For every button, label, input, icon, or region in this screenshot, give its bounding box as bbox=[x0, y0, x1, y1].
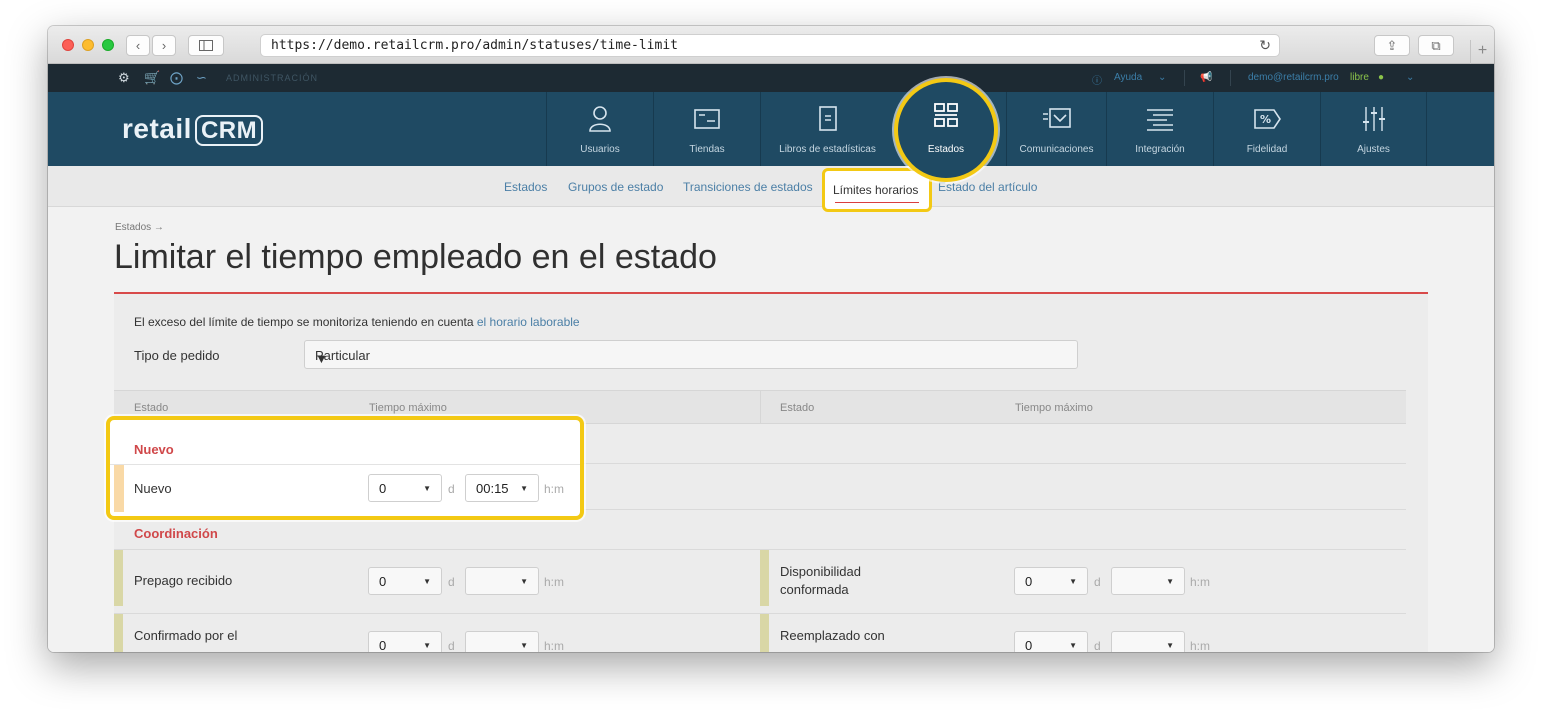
status-color-stripe bbox=[760, 550, 769, 606]
status-label: Confirmado por el bbox=[134, 628, 238, 643]
admin-label: ADMINISTRACIÓN bbox=[226, 73, 319, 83]
days-select[interactable]: 0 ▼ bbox=[368, 631, 442, 652]
status-label: Disponibilidad conformada bbox=[780, 564, 861, 597]
book-icon bbox=[761, 104, 894, 134]
nav-item-tiendas[interactable]: Tiendas bbox=[653, 92, 760, 166]
admin-topbar: ⚙ 🛒 ⨀ ∽ ADMINISTRACIÓN ⓘ Ayuda ⌄ 📢 demo@… bbox=[48, 64, 1494, 92]
sidebar-toggle-icon[interactable] bbox=[188, 35, 224, 56]
user-plan: libre bbox=[1350, 72, 1369, 83]
caret-down-icon: ▼ bbox=[1069, 641, 1077, 650]
status-color-stripe bbox=[114, 614, 123, 652]
retailcrm-logo[interactable]: retail CRM bbox=[122, 113, 264, 146]
integration-icon bbox=[1107, 104, 1213, 134]
nav-item-usuarios[interactable]: Usuarios bbox=[546, 92, 653, 166]
days-select[interactable]: 0 ▼ bbox=[368, 474, 442, 502]
column-divider bbox=[760, 390, 761, 424]
caret-down-icon: ▼ bbox=[315, 351, 328, 366]
divider bbox=[110, 464, 580, 465]
caret-down-icon: ▼ bbox=[1166, 641, 1174, 650]
help-link[interactable]: Ayuda bbox=[1114, 72, 1142, 83]
status-label: Reemplazado con bbox=[780, 628, 885, 643]
subnav-limites-horarios[interactable]: Límites horarios bbox=[822, 168, 932, 212]
caret-down-icon: ▼ bbox=[423, 484, 431, 493]
main-header: retail CRM Usuarios Tiendas Libros de est… bbox=[48, 92, 1494, 166]
nav-item-fidelidad[interactable]: % Fidelidad bbox=[1213, 92, 1320, 166]
status-color-stripe bbox=[760, 614, 769, 652]
subnav-estado-articulo[interactable]: Estado del artículo bbox=[938, 180, 1037, 194]
store-icon bbox=[654, 104, 760, 134]
status-color-stripe bbox=[114, 465, 124, 512]
share-icon[interactable]: ⇪ bbox=[1374, 35, 1410, 56]
time-select[interactable]: ▼ bbox=[465, 631, 539, 652]
divider bbox=[1230, 70, 1231, 86]
active-underline bbox=[835, 202, 919, 203]
sub-navigation: Estados Grupos de estado Transiciones de… bbox=[48, 166, 1494, 207]
caret-down-icon: ▼ bbox=[1069, 577, 1077, 586]
time-select[interactable]: ▼ bbox=[1111, 631, 1185, 652]
group-title-nuevo: Nuevo bbox=[134, 442, 174, 457]
order-type-select[interactable]: Particular ▼ bbox=[304, 340, 1078, 369]
days-select[interactable]: 0 ▼ bbox=[1014, 567, 1088, 595]
monitoring-note: El exceso del límite de tiempo se monito… bbox=[134, 315, 580, 329]
address-bar[interactable]: https://demo.retailcrm.pro/admin/statuse… bbox=[260, 34, 1280, 57]
chevron-down-icon[interactable]: ⌄ bbox=[1158, 72, 1166, 83]
mail-icon bbox=[1007, 104, 1106, 134]
caret-down-icon: ▼ bbox=[520, 641, 528, 650]
status-label: Nuevo bbox=[134, 481, 172, 496]
nav-item-libros[interactable]: Libros de estadísticas bbox=[760, 92, 894, 166]
lifebuoy-icon[interactable]: ⨀ bbox=[170, 70, 183, 86]
caret-down-icon: ▼ bbox=[520, 484, 528, 493]
subnav-grupos[interactable]: Grupos de estado bbox=[568, 180, 663, 194]
zoom-window-button[interactable] bbox=[102, 39, 114, 51]
online-status-icon: ● bbox=[1378, 72, 1385, 83]
forward-icon[interactable]: › bbox=[152, 35, 176, 56]
megaphone-icon[interactable]: 📢 bbox=[1200, 72, 1212, 83]
new-tab-icon[interactable]: + bbox=[1470, 40, 1494, 64]
nav-item-integracion[interactable]: Integración bbox=[1106, 92, 1213, 166]
user-email[interactable]: demo@retailcrm.pro bbox=[1248, 72, 1339, 83]
minimize-window-button[interactable] bbox=[82, 39, 94, 51]
divider bbox=[1184, 70, 1185, 86]
caret-down-icon: ▼ bbox=[423, 641, 431, 650]
browser-window: ‹ › https://demo.retailcrm.pro/admin/sta… bbox=[48, 26, 1494, 652]
reload-icon[interactable]: ↻ bbox=[1259, 37, 1271, 54]
url-text: https://demo.retailcrm.pro/admin/statuse… bbox=[271, 38, 678, 53]
user-icon bbox=[547, 104, 653, 134]
nav-item-ajustes[interactable]: Ajustes bbox=[1320, 92, 1427, 166]
status-color-stripe bbox=[114, 550, 123, 606]
help-icon[interactable]: ⓘ bbox=[1092, 72, 1102, 87]
highlighted-status-group: Nuevo Nuevo 0 ▼ d 00:15 ▼ h:m bbox=[106, 416, 584, 520]
tabs-overview-icon[interactable]: ⧉ bbox=[1418, 35, 1454, 56]
working-hours-link[interactable]: el horario laborable bbox=[477, 315, 580, 329]
days-select[interactable]: 0 ▼ bbox=[1014, 631, 1088, 652]
time-select[interactable]: ▼ bbox=[1111, 567, 1185, 595]
browser-toolbar: ‹ › https://demo.retailcrm.pro/admin/sta… bbox=[48, 26, 1494, 64]
days-select[interactable]: 0 ▼ bbox=[368, 567, 442, 595]
time-select[interactable]: 00:15 ▼ bbox=[465, 474, 539, 502]
nav-item-estados[interactable]: Estados bbox=[894, 78, 998, 182]
breadcrumb[interactable]: Estados → bbox=[115, 222, 164, 233]
order-type-label: Tipo de pedido bbox=[134, 348, 220, 363]
back-icon[interactable]: ‹ bbox=[126, 35, 150, 56]
nav-item-comunicaciones[interactable]: Comunicaciones bbox=[1006, 92, 1106, 166]
statuses-icon bbox=[898, 102, 994, 135]
subnav-transiciones[interactable]: Transiciones de estados bbox=[683, 180, 813, 194]
time-select[interactable]: ▼ bbox=[465, 567, 539, 595]
percent-tag-icon: % bbox=[1214, 104, 1320, 134]
chevron-down-icon[interactable]: ⌄ bbox=[1406, 72, 1414, 83]
caret-down-icon: ▼ bbox=[1166, 577, 1174, 586]
cart-icon[interactable]: 🛒 bbox=[144, 70, 160, 86]
svg-text:%: % bbox=[1260, 113, 1271, 126]
caret-down-icon: ▼ bbox=[423, 577, 431, 586]
status-label: Prepago recibido bbox=[134, 573, 233, 588]
page-title: Limitar el tiempo empleado en el estado bbox=[114, 238, 717, 276]
caret-down-icon: ▼ bbox=[520, 577, 528, 586]
gear-icon[interactable]: ⚙ bbox=[118, 70, 130, 86]
sliders-icon bbox=[1321, 104, 1426, 134]
close-window-button[interactable] bbox=[62, 39, 74, 51]
subnav-estados[interactable]: Estados bbox=[504, 180, 547, 194]
analytics-icon[interactable]: ∽ bbox=[196, 70, 207, 86]
